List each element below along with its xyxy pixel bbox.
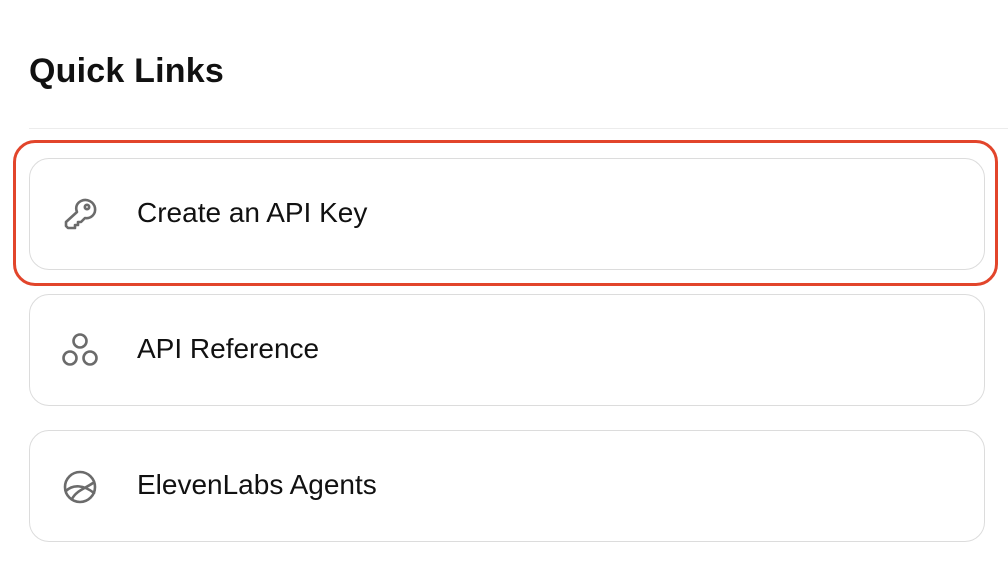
create-api-key-link[interactable]: Create an API Key [29, 158, 985, 270]
three-circles-icon [60, 331, 100, 371]
link-label: ElevenLabs Agents [137, 469, 377, 500]
globe-icon [60, 467, 100, 507]
elevenlabs-agents-link[interactable]: ElevenLabs Agents [29, 430, 985, 542]
section-title: Quick Links [29, 52, 224, 90]
key-icon [60, 195, 100, 235]
api-reference-link[interactable]: API Reference [29, 294, 985, 406]
divider [29, 128, 1008, 129]
link-label: API Reference [137, 333, 320, 364]
link-label: Create an API Key [137, 197, 368, 228]
quick-links-panel: Quick Links Create an API Key API Refere… [0, 0, 1008, 574]
